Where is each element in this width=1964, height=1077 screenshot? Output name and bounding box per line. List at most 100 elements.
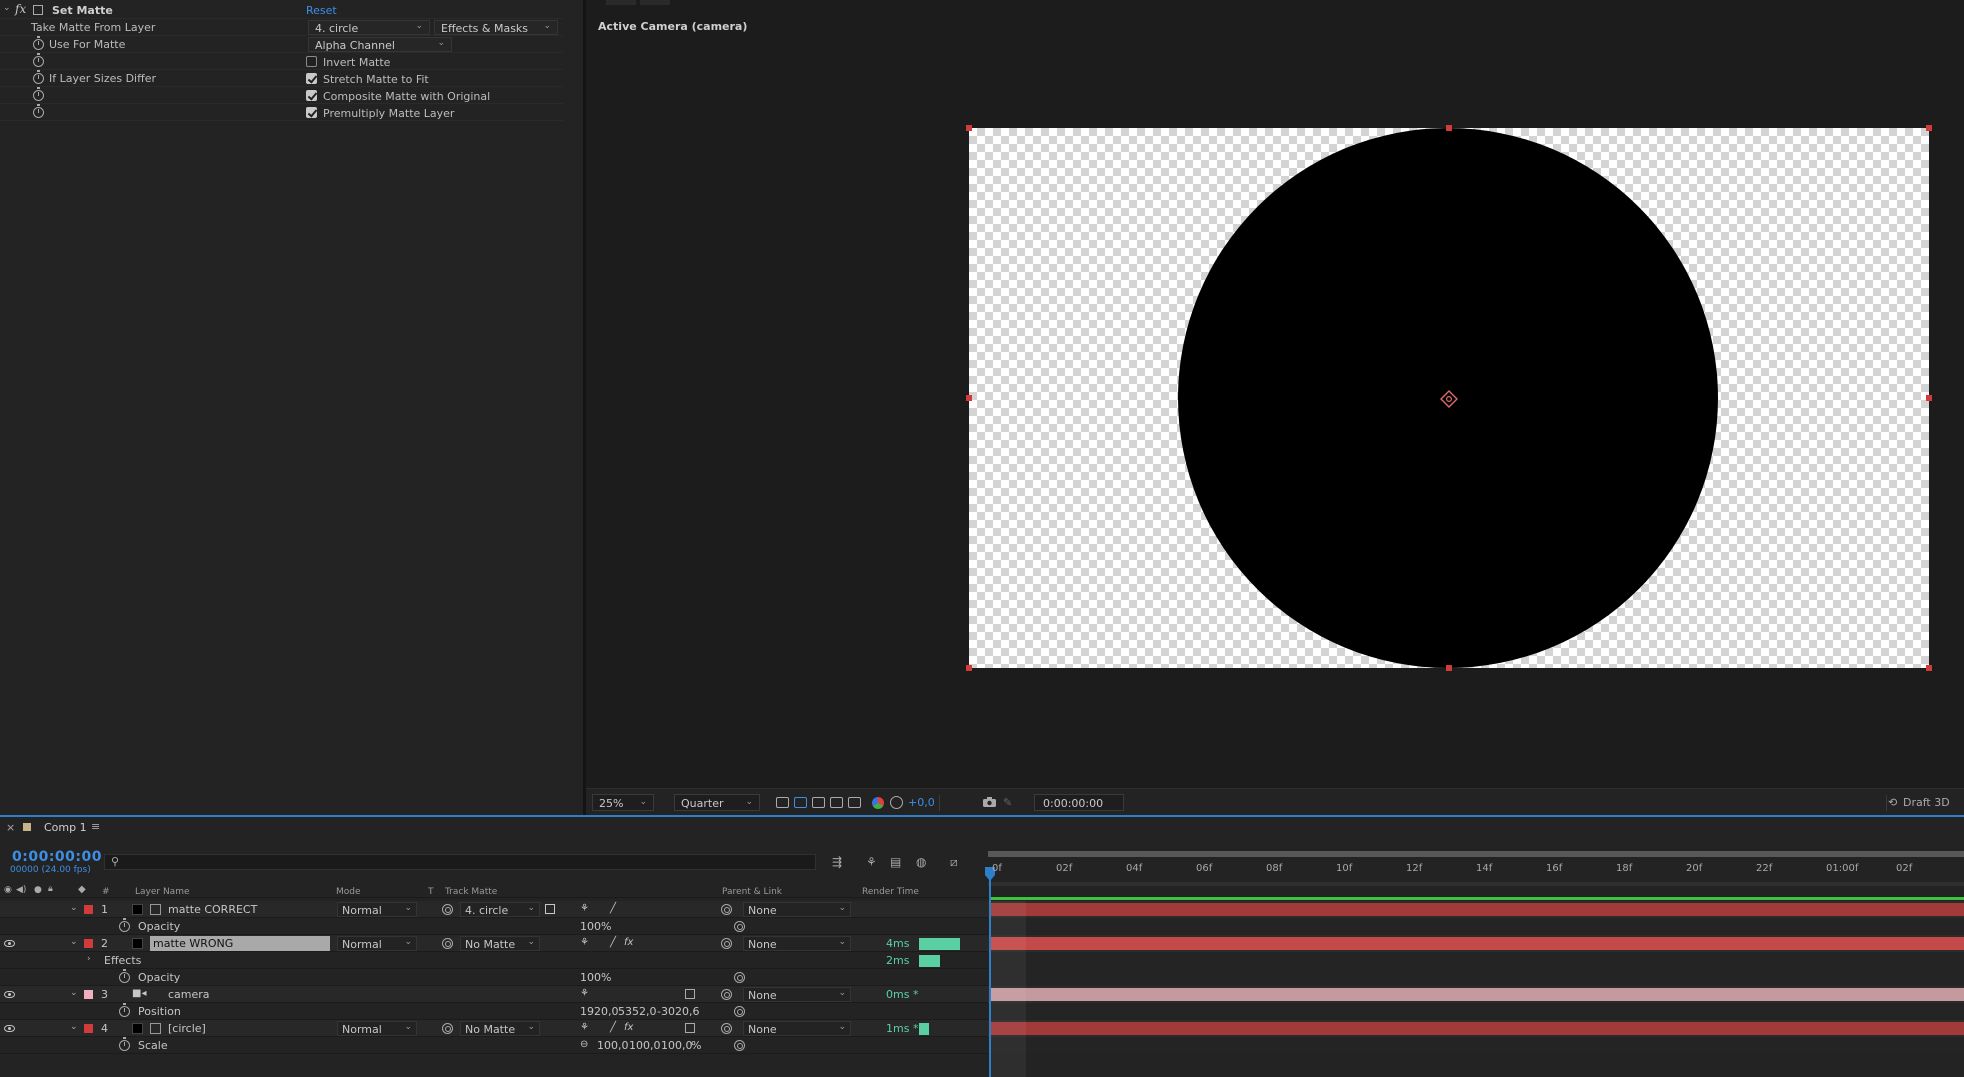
snapshot-icon[interactable]: [982, 796, 997, 808]
position-y-value[interactable]: 5352,0: [618, 1005, 657, 1018]
comp-tab-label[interactable]: Comp 1: [44, 821, 87, 834]
transform-handle[interactable]: [1926, 395, 1932, 401]
layer-row-4[interactable]: ⌄ 4 [circle] Normal ⌄ No Matte ⌄ ⚘ ╱ fx No…: [0, 1020, 988, 1037]
matte-pickwhip-icon[interactable]: [442, 938, 453, 949]
stopwatch-icon[interactable]: [119, 969, 130, 983]
viewer-tab[interactable]: [640, 0, 670, 5]
parent-pickwhip-icon[interactable]: [721, 938, 732, 949]
lock-icon[interactable]: 🔒︎: [48, 884, 53, 894]
video-visibility-icon[interactable]: ◉: [4, 885, 12, 895]
blend-mode-dropdown[interactable]: Normal ⌄: [337, 902, 417, 917]
layer-name[interactable]: camera: [168, 988, 210, 1001]
stopwatch-icon[interactable]: [119, 1003, 130, 1017]
property-pickwhip-icon[interactable]: [734, 1040, 745, 1051]
invert-matte-checkbox[interactable]: [306, 56, 317, 67]
scale-x-value[interactable]: 100,0: [597, 1039, 629, 1052]
twirl-open-icon[interactable]: ⌄: [3, 3, 11, 13]
transform-handle[interactable]: [966, 125, 972, 131]
parent-pickwhip-icon[interactable]: [721, 1023, 732, 1034]
shy-switch-icon[interactable]: ⚘: [580, 937, 589, 948]
composition-mini-flowchart-icon[interactable]: ⇶: [832, 855, 842, 869]
layer-name[interactable]: matte CORRECT: [168, 903, 257, 916]
3d-layer-switch-icon[interactable]: [685, 989, 695, 999]
region-of-interest-icon[interactable]: [830, 797, 843, 808]
composite-matte-checkbox[interactable]: [306, 90, 317, 101]
transform-handle[interactable]: [1926, 125, 1932, 131]
stopwatch-icon[interactable]: [33, 104, 44, 118]
reset-link[interactable]: Reset: [306, 4, 337, 17]
parent-dropdown[interactable]: None ⌄: [743, 902, 851, 917]
composition-canvas[interactable]: [966, 125, 1932, 671]
panel-menu-icon[interactable]: ≡: [91, 820, 100, 833]
transform-handle[interactable]: [1926, 665, 1932, 671]
parent-pickwhip-icon[interactable]: [721, 989, 732, 1000]
opacity-value[interactable]: 100: [580, 920, 601, 933]
audio-icon[interactable]: ◀): [16, 885, 26, 895]
exposure-value[interactable]: +0,0: [908, 796, 935, 809]
grid-guides-icon[interactable]: [848, 797, 861, 808]
effects-group-label[interactable]: Effects: [104, 954, 141, 967]
layer-duration-bar[interactable]: [990, 903, 1964, 916]
premultiply-checkbox[interactable]: [306, 107, 317, 118]
current-time[interactable]: 0:00:00:00: [12, 849, 102, 865]
draft-3d-icon[interactable]: ⚘: [866, 855, 877, 869]
constrain-proportions-icon[interactable]: ⊖: [580, 1039, 588, 1050]
fast-previews-icon[interactable]: [776, 797, 789, 808]
mask-visibility-icon[interactable]: [812, 797, 825, 808]
position-x-value[interactable]: 1920,0: [580, 1005, 619, 1018]
col-layer-name[interactable]: Layer Name: [135, 887, 190, 897]
layer-duration-bar[interactable]: [990, 937, 1964, 950]
parent-dropdown[interactable]: None ⌄: [743, 1021, 851, 1036]
close-tab-icon[interactable]: ×: [6, 821, 15, 834]
label-color-swatch[interactable]: [84, 990, 93, 999]
transform-handle[interactable]: [1446, 125, 1452, 131]
twirl-down-icon[interactable]: ⌄: [70, 988, 78, 998]
stretch-matte-checkbox[interactable]: [306, 73, 317, 84]
layer-row-1[interactable]: ⌄ 1 matte CORRECT Normal ⌄ 4. circle ⌄ ⚘ ╱…: [0, 901, 988, 918]
layer-search-input[interactable]: ⚲: [104, 854, 816, 870]
blend-mode-dropdown[interactable]: Normal ⌄: [337, 1021, 417, 1036]
magnification-dropdown[interactable]: 25% ⌄: [592, 794, 654, 811]
transform-handle[interactable]: [966, 665, 972, 671]
eye-icon[interactable]: [4, 991, 15, 998]
fx-icon[interactable]: fx: [15, 2, 26, 16]
hide-shy-layers-icon[interactable]: ▤: [890, 855, 901, 869]
reset-exposure-icon[interactable]: [890, 796, 903, 809]
label-color-swatch[interactable]: [84, 1024, 93, 1033]
stopwatch-icon[interactable]: [33, 70, 44, 84]
work-area-bar[interactable]: [988, 851, 1964, 857]
property-pickwhip-icon[interactable]: [734, 972, 745, 983]
stopwatch-icon[interactable]: [33, 53, 44, 67]
transform-handle[interactable]: [1446, 665, 1452, 671]
stopwatch-icon[interactable]: [33, 87, 44, 101]
viewer-tab[interactable]: [606, 0, 636, 5]
stopwatch-icon[interactable]: [33, 36, 44, 50]
layer-row-3[interactable]: ⌄ 3 ■◂ camera ⚘ None ⌄ 0ms *: [0, 986, 988, 1003]
twirl-right-icon[interactable]: ›: [87, 954, 91, 964]
twirl-down-icon[interactable]: ⌄: [70, 937, 78, 947]
fx-switch-icon[interactable]: fx: [624, 1022, 633, 1033]
graph-editor-icon[interactable]: ⧄: [950, 855, 958, 870]
solo-icon[interactable]: ●: [34, 885, 42, 895]
frame-blending-icon[interactable]: ◍: [916, 855, 926, 869]
scale-z-value[interactable]: 100,0: [661, 1039, 693, 1052]
resolution-dropdown[interactable]: Quarter ⌄: [674, 794, 760, 811]
stopwatch-icon[interactable]: [119, 1037, 130, 1051]
opacity-value[interactable]: 100: [580, 971, 601, 984]
anchor-point-icon[interactable]: [1440, 390, 1458, 408]
quality-switch-icon[interactable]: ╱: [610, 1022, 616, 1033]
layer-duration-bar[interactable]: [990, 1022, 1964, 1035]
show-snapshot-icon[interactable]: ✎: [1003, 796, 1012, 809]
shy-switch-icon[interactable]: ⚘: [580, 1022, 589, 1033]
take-matte-layer-dropdown[interactable]: 4. circle ⌄: [308, 20, 430, 35]
matte-pickwhip-icon[interactable]: [442, 1023, 453, 1034]
property-pickwhip-icon[interactable]: [734, 921, 745, 932]
track-matte-dropdown[interactable]: No Matte ⌄: [460, 1021, 540, 1036]
transparency-grid-icon[interactable]: [794, 797, 807, 808]
layer-name[interactable]: [circle]: [168, 1022, 206, 1035]
transform-handle[interactable]: [966, 395, 972, 401]
quality-switch-icon[interactable]: ╱: [610, 937, 616, 948]
position-z-value[interactable]: -3020,6: [657, 1005, 699, 1018]
twirl-down-icon[interactable]: ⌄: [70, 1022, 78, 1032]
take-matte-source-dropdown[interactable]: Effects & Masks ⌄: [434, 20, 558, 35]
